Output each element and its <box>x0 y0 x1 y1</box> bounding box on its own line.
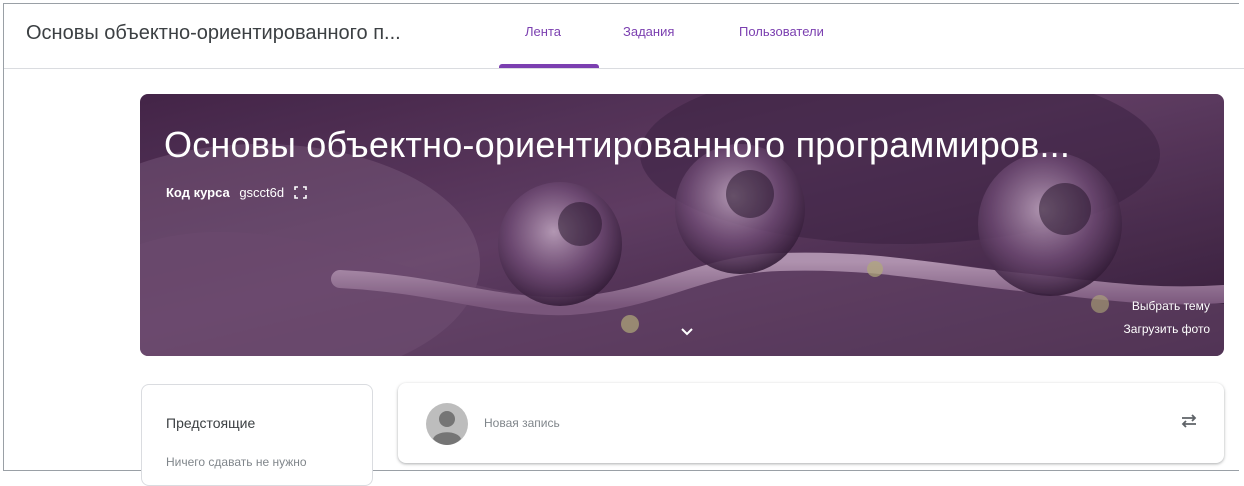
upcoming-title: Предстоящие <box>166 415 256 431</box>
repost-icon[interactable] <box>1179 411 1199 436</box>
course-title[interactable]: Основы объектно-ориентированного п... <box>26 22 401 45</box>
course-banner: Основы объектно-ориентированного програм… <box>140 94 1224 356</box>
active-tab-indicator <box>499 64 599 68</box>
avatar <box>426 403 468 450</box>
select-theme-link[interactable]: Выбрать тему <box>1132 299 1210 313</box>
course-code-value: gscct6d <box>239 185 285 200</box>
new-post-box[interactable]: Новая запись <box>398 383 1224 463</box>
course-code-row: Код курса gscct6d <box>166 185 307 202</box>
upload-photo-link[interactable]: Загрузить фото <box>1124 322 1210 336</box>
tab-tasks[interactable]: Задания <box>623 24 674 39</box>
upcoming-empty-text: Ничего сдавать не нужно <box>166 455 307 469</box>
course-code-label: Код курса <box>166 185 230 200</box>
fullscreen-icon[interactable] <box>293 186 307 202</box>
top-app-bar: Основы объектно-ориентированного п... Ле… <box>4 4 1244 69</box>
upcoming-card: Предстоящие Ничего сдавать не нужно <box>141 384 373 486</box>
banner-course-title: Основы объектно-ориентированного програм… <box>164 124 1071 165</box>
new-post-placeholder[interactable]: Новая запись <box>484 416 560 430</box>
chevron-down-icon[interactable] <box>680 324 694 342</box>
tab-feed[interactable]: Лента <box>525 24 561 39</box>
tab-users[interactable]: Пользователи <box>739 24 824 39</box>
